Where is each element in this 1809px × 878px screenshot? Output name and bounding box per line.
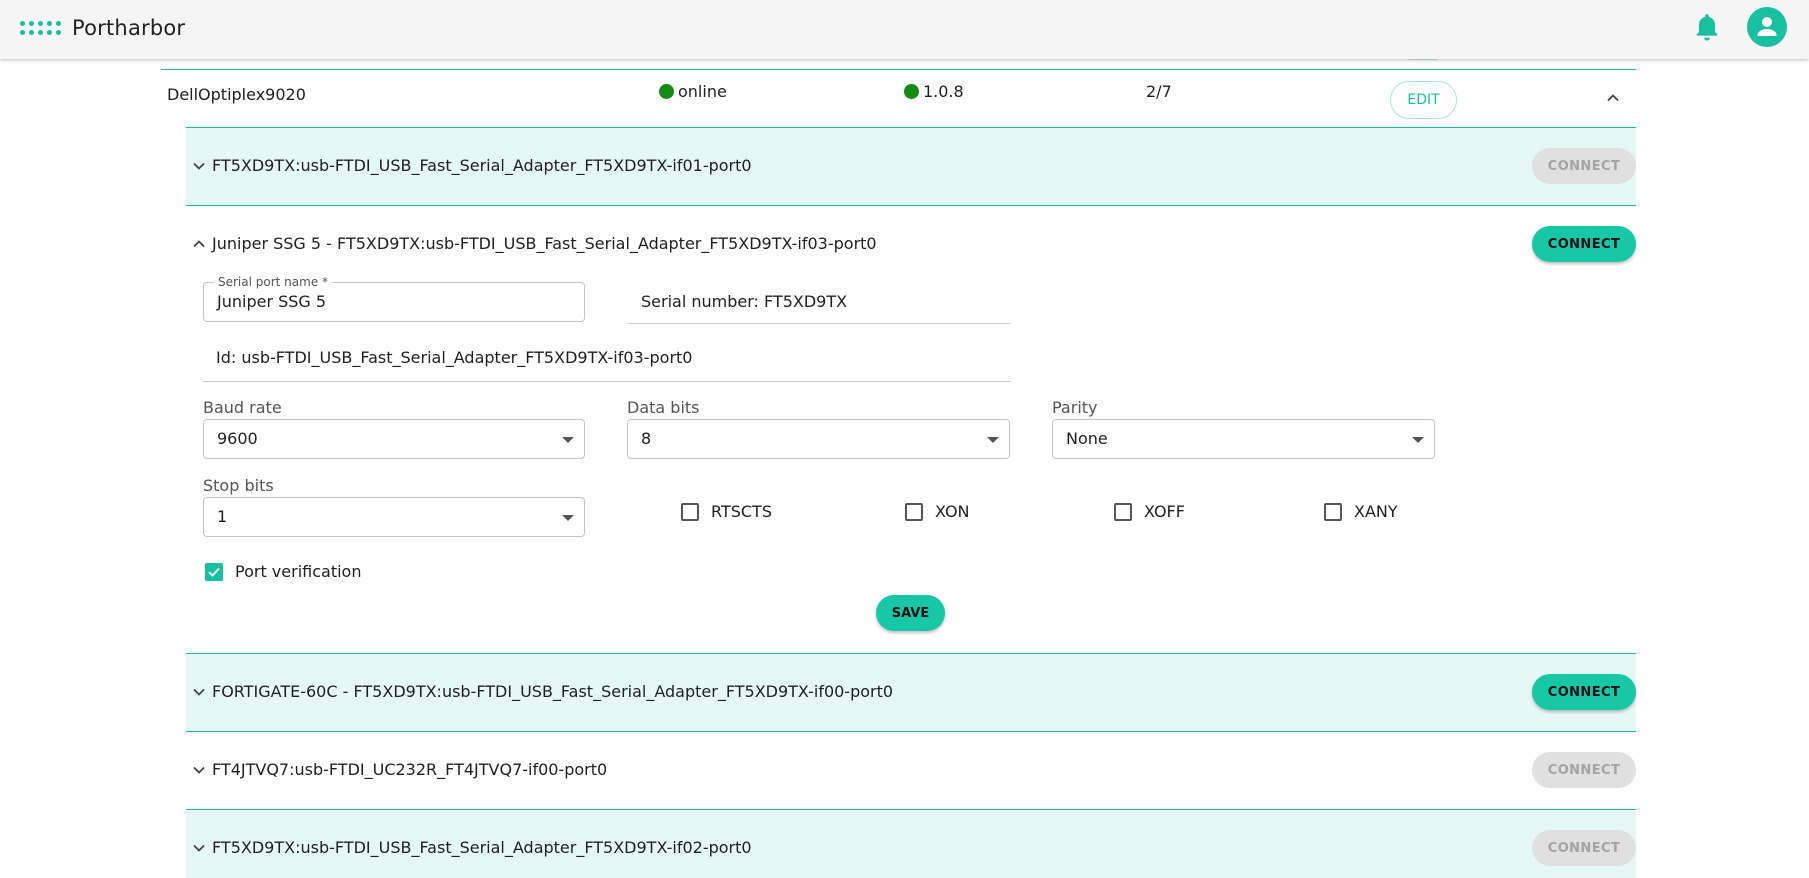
connect-button[interactable]: CONNECT — [1532, 830, 1636, 866]
xon-label: XON — [935, 502, 970, 521]
stop-bits-value: 1 — [217, 507, 228, 526]
port-verification-checkbox[interactable]: Port verification — [205, 562, 361, 581]
chevron-down-icon — [193, 844, 205, 852]
dropdown-arrow-icon — [987, 437, 999, 443]
dropdown-arrow-icon — [562, 515, 574, 521]
baud-rate-select[interactable]: 9600 — [203, 419, 585, 459]
port-title[interactable]: FT5XD9TX:usb-FTDI_USB_Fast_Serial_Adapte… — [192, 156, 752, 175]
chevron-down-icon — [193, 766, 205, 774]
user-avatar[interactable] — [1747, 7, 1787, 47]
port-details-panel: Serial port name * Juniper SSG 5 Serial … — [186, 270, 1636, 653]
parity-value: None — [1066, 429, 1108, 448]
connect-button[interactable]: CONNECT — [1532, 674, 1636, 710]
checkbox-checked-icon — [205, 562, 223, 581]
serial-port-name-value: Juniper SSG 5 — [217, 292, 327, 311]
connect-button[interactable]: CONNECT — [1532, 752, 1636, 788]
save-button[interactable]: SAVE — [876, 595, 945, 631]
checkbox-box — [905, 502, 923, 521]
device-status: online — [659, 82, 727, 101]
status-dot-icon — [659, 84, 674, 99]
baud-rate-value: 9600 — [217, 429, 258, 448]
user-icon — [1757, 17, 1777, 36]
xoff-checkbox[interactable]: XOFF — [1114, 502, 1185, 521]
port-title[interactable]: FT4JTVQ7:usb-FTDI_UC232R_FT4JTVQ7-if00-p… — [192, 760, 607, 779]
chevron-up-icon — [193, 239, 205, 247]
parity-label: Parity — [1052, 398, 1098, 417]
port-title-text: FORTIGATE-60C - FT5XD9TX:usb-FTDI_USB_Fa… — [212, 682, 894, 701]
xon-checkbox[interactable]: XON — [905, 502, 970, 521]
serial-port-name-label: Serial port name * — [214, 275, 333, 289]
serial-port-name-field[interactable]: Serial port name * Juniper SSG 5 — [203, 275, 585, 322]
port-title[interactable]: FT5XD9TX:usb-FTDI_USB_Fast_Serial_Adapte… — [192, 838, 752, 857]
device-status-text: online — [678, 82, 727, 101]
connect-button[interactable]: CONNECT — [1532, 226, 1636, 262]
bell-icon[interactable] — [1693, 12, 1721, 44]
port-row[interactable]: FT5XD9TX:usb-FTDI_USB_Fast_Serial_Adapte… — [186, 127, 1636, 205]
port-title-text: FT4JTVQ7:usb-FTDI_UC232R_FT4JTVQ7-if00-p… — [212, 760, 608, 779]
port-row[interactable]: FORTIGATE-60C - FT5XD9TX:usb-FTDI_USB_Fa… — [186, 653, 1636, 731]
xoff-label: XOFF — [1144, 502, 1185, 521]
xany-checkbox[interactable]: XANY — [1324, 502, 1398, 521]
parity-select[interactable]: None — [1052, 419, 1435, 459]
device-name: DellOptiplex9020 — [167, 85, 306, 104]
checkbox-box — [681, 502, 699, 521]
stop-bits-select[interactable]: 1 — [203, 497, 585, 537]
port-verification-label: Port verification — [235, 562, 362, 581]
app-header: Portharbor — [0, 0, 1809, 59]
port-title-text: FT5XD9TX:usb-FTDI_USB_Fast_Serial_Adapte… — [212, 838, 752, 857]
app-name: Portharbor — [72, 16, 186, 40]
device-version: 1.0.8 — [904, 82, 964, 101]
data-bits-label: Data bits — [627, 398, 700, 417]
logo-dots-icon — [20, 20, 62, 36]
app-logo[interactable]: Portharbor — [20, 16, 185, 40]
checkbox-box — [1324, 502, 1342, 521]
port-row[interactable]: FT5XD9TX:usb-FTDI_USB_Fast_Serial_Adapte… — [186, 809, 1636, 878]
port-title-text: FT5XD9TX:usb-FTDI_USB_Fast_Serial_Adapte… — [212, 156, 752, 175]
checkbox-box — [1114, 502, 1132, 521]
baud-rate-label: Baud rate — [203, 398, 282, 417]
device-ports-count: 2/7 — [1146, 82, 1172, 101]
dropdown-arrow-icon — [562, 437, 574, 443]
data-bits-select[interactable]: 8 — [627, 419, 1010, 459]
port-title-text: Juniper SSG 5 - FT5XD9TX:usb-FTDI_USB_Fa… — [212, 234, 877, 253]
edit-button[interactable]: EDIT — [1390, 81, 1457, 119]
connect-button[interactable]: CONNECT — [1532, 148, 1636, 184]
port-id: Id: usb-FTDI_USB_Fast_Serial_Adapter_FT5… — [203, 348, 1011, 382]
port-title[interactable]: FORTIGATE-60C - FT5XD9TX:usb-FTDI_USB_Fa… — [192, 682, 893, 701]
rtscts-checkbox[interactable]: RTSCTS — [681, 502, 772, 521]
chevron-up-icon[interactable] — [1605, 90, 1621, 106]
serial-number: Serial number: FT5XD9TX — [627, 290, 1011, 324]
device-row[interactable]: DellOptiplex9020 online 1.0.8 2/7 EDIT — [161, 69, 1636, 128]
port-title[interactable]: Juniper SSG 5 - FT5XD9TX:usb-FTDI_USB_Fa… — [192, 234, 877, 253]
chevron-down-icon — [193, 688, 205, 696]
port-row[interactable]: FT4JTVQ7:usb-FTDI_UC232R_FT4JTVQ7-if00-p… — [186, 731, 1636, 809]
xany-label: XANY — [1354, 502, 1398, 521]
chevron-down-icon — [193, 162, 205, 170]
stop-bits-label: Stop bits — [203, 476, 274, 495]
version-dot-icon — [904, 84, 919, 99]
data-bits-value: 8 — [641, 429, 652, 448]
dropdown-arrow-icon — [1412, 437, 1424, 443]
rtscts-label: RTSCTS — [711, 502, 772, 521]
device-version-text: 1.0.8 — [923, 82, 964, 101]
